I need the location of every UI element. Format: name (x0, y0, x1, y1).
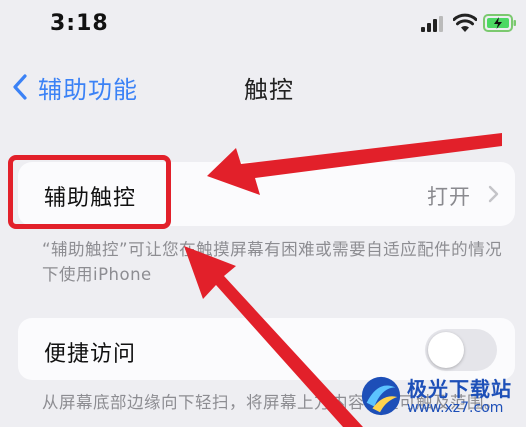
assistive-touch-value: 打开 (427, 185, 471, 209)
aurora-logo-icon (361, 376, 401, 416)
watermark-name: 极光下载站 (407, 377, 512, 401)
back-button[interactable]: 辅助功能 (38, 70, 138, 105)
status-bar: 3:18 (0, 0, 526, 50)
highlight-box-annotation (8, 155, 171, 229)
wifi-icon (453, 13, 477, 32)
toggle-knob (428, 332, 464, 368)
assistive-touch-description: “辅助触控”可让您在触摸屏幕有困难或需要自适应配件的情况下使用iPhone (42, 240, 503, 284)
reachability-label: 便捷访问 (44, 342, 137, 367)
status-time: 3:18 (50, 11, 109, 36)
watermark-url: www.xz7.com (407, 400, 504, 416)
page-title: 触控 (244, 76, 294, 104)
reachability-toggle[interactable] (425, 329, 497, 371)
chevron-left-icon[interactable] (12, 73, 28, 101)
chevron-right-icon (488, 185, 499, 203)
signal-icon (421, 16, 443, 32)
watermark-logo: 极光下载站 www.xz7.com (355, 368, 526, 427)
battery-icon (483, 14, 516, 32)
